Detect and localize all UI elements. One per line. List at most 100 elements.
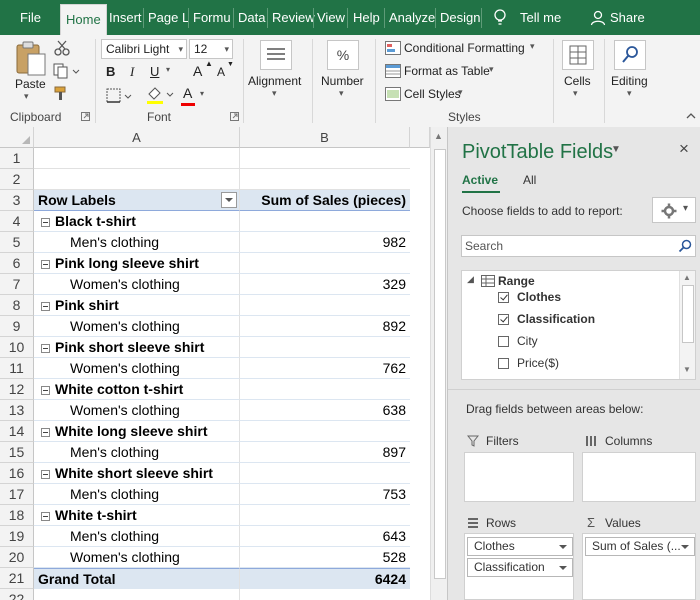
cells-button-label[interactable]: Cells (564, 74, 591, 88)
row-number[interactable]: 15 (0, 442, 34, 463)
row-number[interactable]: 16 (0, 463, 34, 484)
rows-drop-area[interactable]: Clothes Classification (464, 533, 574, 600)
cell-a[interactable] (34, 148, 240, 169)
font-color-button[interactable]: A (183, 85, 192, 101)
columns-drop-area[interactable] (582, 452, 696, 502)
field-label[interactable]: Clothes (517, 290, 561, 304)
row-number[interactable]: 7 (0, 274, 34, 295)
row-number[interactable]: 10 (0, 337, 34, 358)
tab-formulas[interactable]: Formu (193, 0, 231, 35)
underline-dropdown[interactable]: ▾ (166, 65, 170, 74)
cell-a[interactable]: Grand Total (34, 568, 240, 589)
column-header-a[interactable]: A (34, 127, 240, 148)
row-number[interactable]: 12 (0, 379, 34, 400)
share-button[interactable]: Share (610, 0, 645, 35)
cell-b[interactable] (240, 211, 410, 232)
cell-a[interactable]: Women's clothing (34, 400, 240, 421)
vertical-scrollbar[interactable]: ▲ (430, 127, 448, 600)
font-size-select[interactable]: 12 ▾ (189, 39, 233, 59)
alignment-icon[interactable] (260, 40, 292, 70)
field-label[interactable]: Price($) (517, 356, 559, 370)
tab-all[interactable]: All (523, 173, 536, 187)
cell-b[interactable]: 982 (240, 232, 410, 253)
row-number[interactable]: 4 (0, 211, 34, 232)
cell-a[interactable]: Women's clothing (34, 547, 240, 568)
cell-b[interactable] (240, 295, 410, 316)
collapse-button[interactable] (41, 511, 50, 521)
cell-a[interactable]: Women's clothing (34, 358, 240, 379)
row-number[interactable]: 6 (0, 253, 34, 274)
cell-b[interactable]: 892 (240, 316, 410, 337)
cell-b[interactable]: 329 (240, 274, 410, 295)
tab-home[interactable]: Home (60, 4, 107, 36)
bold-button[interactable]: B (106, 64, 115, 79)
field-checkbox[interactable] (498, 336, 509, 347)
field-list-scrollbar[interactable]: ▲ ▼ (679, 271, 695, 379)
row-number[interactable]: 14 (0, 421, 34, 442)
cell-a[interactable] (34, 169, 240, 190)
tab-active[interactable]: Active (462, 173, 498, 187)
tab-insert[interactable]: Insert (109, 0, 142, 35)
shrink-font-button[interactable]: A (217, 65, 225, 79)
editing-search-icon[interactable] (614, 40, 646, 70)
paste-button-label[interactable]: Paste (15, 77, 46, 91)
cell-a[interactable]: White cotton t-shirt (34, 379, 240, 400)
collapse-button[interactable] (41, 343, 50, 353)
collapse-button[interactable] (41, 469, 50, 479)
values-drop-area[interactable]: Sum of Sales (... (582, 533, 696, 600)
cell-a[interactable]: Pink shirt (34, 295, 240, 316)
cell-b[interactable]: 643 (240, 526, 410, 547)
row-number[interactable]: 2 (0, 169, 34, 190)
values-field-sum-of-sales[interactable]: Sum of Sales (... (585, 537, 695, 556)
tab-page-layout[interactable]: Page L (148, 0, 189, 35)
cell-styles-button[interactable]: Cell Styles (404, 87, 461, 101)
row-number[interactable]: 21 (0, 568, 34, 589)
cell-b[interactable]: 762 (240, 358, 410, 379)
cell-a[interactable]: White long sleeve shirt (34, 421, 240, 442)
cell-b[interactable]: 638 (240, 400, 410, 421)
range-collapse-arrow[interactable]: ◢ (467, 274, 474, 285)
conditional-formatting-button[interactable]: Conditional Formatting (404, 41, 525, 55)
alignment-button-label[interactable]: Alignment (248, 74, 301, 88)
select-all-corner[interactable] (0, 127, 34, 148)
row-labels-filter-dropdown[interactable] (221, 192, 237, 208)
cell-b[interactable] (240, 505, 410, 526)
field-checkbox[interactable] (498, 292, 509, 303)
vertical-scroll-thumb[interactable] (434, 149, 446, 579)
row-number[interactable]: 18 (0, 505, 34, 526)
row-number[interactable]: 19 (0, 526, 34, 547)
cells-icon[interactable] (562, 40, 594, 70)
format-painter-icon[interactable] (54, 85, 70, 101)
cell-b[interactable] (240, 337, 410, 358)
tab-data[interactable]: Data (238, 0, 265, 35)
collapse-button[interactable] (41, 385, 50, 395)
cell-b[interactable] (240, 253, 410, 274)
collapse-button[interactable] (41, 259, 50, 269)
cell-a[interactable]: Men's clothing (34, 232, 240, 253)
column-header-b[interactable]: B (240, 127, 410, 148)
cut-scissors-icon[interactable] (54, 40, 70, 56)
cell-b[interactable]: Sum of Sales (pieces) (240, 190, 410, 211)
underline-button[interactable]: U (150, 64, 159, 79)
cell-a[interactable]: Women's clothing (34, 274, 240, 295)
tab-file[interactable]: File (20, 0, 41, 35)
paste-icon[interactable] (14, 41, 48, 77)
cell-a[interactable]: Pink short sleeve shirt (34, 337, 240, 358)
cell-b[interactable]: 528 (240, 547, 410, 568)
cell-b[interactable] (240, 169, 410, 190)
row-number[interactable]: 17 (0, 484, 34, 505)
cell-a[interactable]: Men's clothing (34, 484, 240, 505)
cell-b[interactable]: 753 (240, 484, 410, 505)
row-number[interactable]: 11 (0, 358, 34, 379)
scroll-up-arrow[interactable]: ▲ (434, 131, 443, 141)
row-number[interactable]: 20 (0, 547, 34, 568)
paste-dropdown-arrow[interactable]: ▾ (24, 91, 29, 102)
fill-color-icon[interactable] (146, 85, 174, 105)
row-number[interactable]: 5 (0, 232, 34, 253)
tab-analyze[interactable]: Analyze (389, 0, 435, 35)
cell-a[interactable]: White t-shirt (34, 505, 240, 526)
row-number[interactable]: 1 (0, 148, 34, 169)
cell-a[interactable]: Pink long sleeve shirt (34, 253, 240, 274)
cell-a[interactable]: Black t-shirt (34, 211, 240, 232)
collapse-button[interactable] (41, 301, 50, 311)
